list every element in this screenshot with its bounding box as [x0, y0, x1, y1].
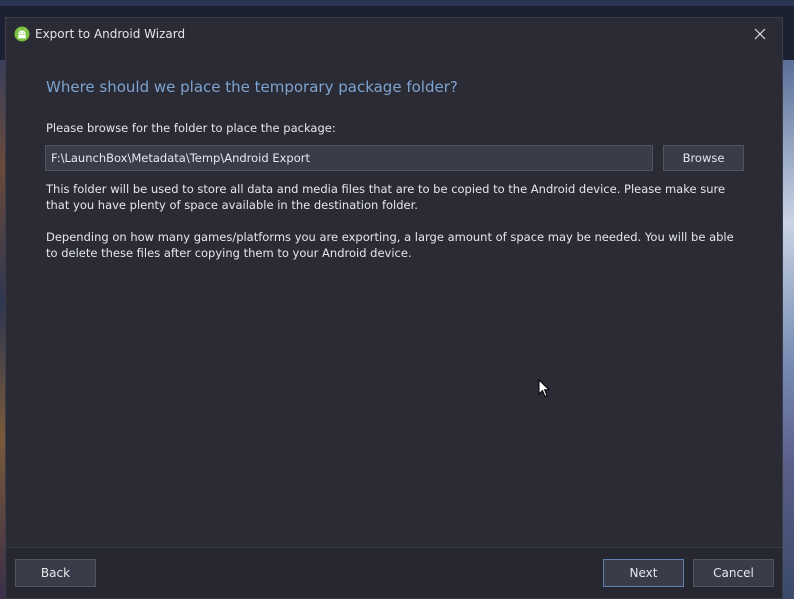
space-info-text: Depending on how many games/platforms yo… [46, 230, 734, 260]
cancel-button[interactable]: Cancel [693, 559, 774, 587]
next-button[interactable]: Next [603, 559, 684, 587]
mouse-pointer-icon [538, 379, 550, 398]
footer-bar: Back Next Cancel [6, 548, 782, 598]
window-title: Export to Android Wizard [35, 27, 186, 41]
title-bar: Export to Android Wizard [6, 18, 782, 50]
android-icon [14, 26, 30, 42]
background-top-strip [0, 0, 794, 6]
folder-path-input[interactable] [45, 145, 653, 171]
storage-info-text: This folder will be used to store all da… [46, 182, 726, 212]
wizard-dialog: Export to Android Wizard Where should we… [5, 17, 783, 599]
background-right-strip [782, 60, 794, 599]
close-button[interactable] [746, 22, 774, 46]
close-icon [754, 28, 766, 40]
page-heading: Where should we place the temporary pack… [46, 78, 458, 96]
back-button[interactable]: Back [15, 559, 96, 587]
browse-button[interactable]: Browse [663, 145, 744, 171]
folder-prompt-label: Please browse for the folder to place th… [46, 121, 336, 135]
